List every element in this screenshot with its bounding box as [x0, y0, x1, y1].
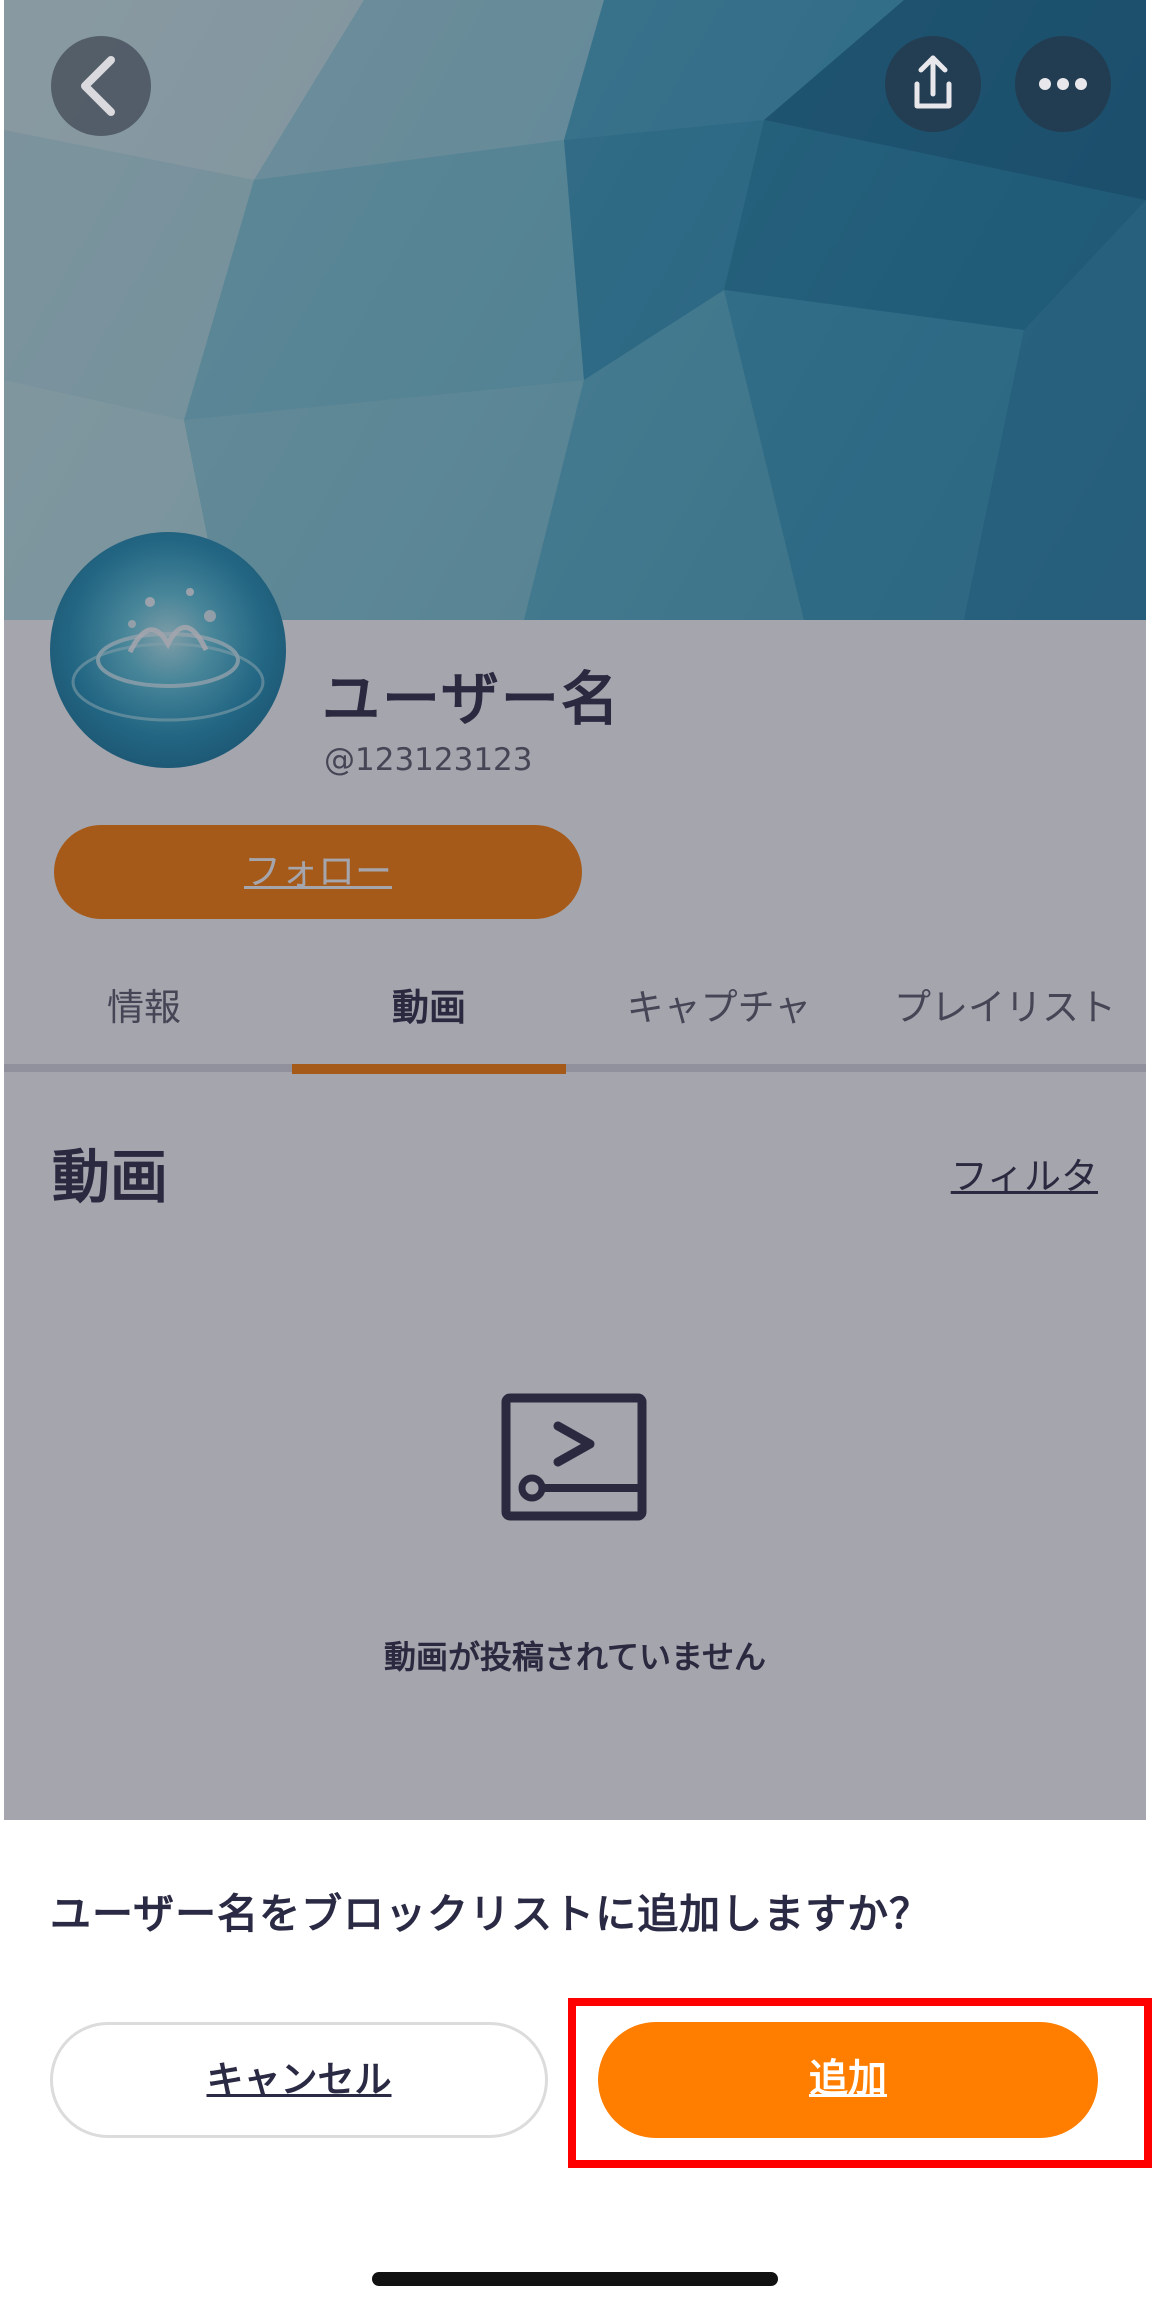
home-indicator	[372, 2272, 778, 2286]
back-button[interactable]	[51, 36, 151, 136]
share-button[interactable]	[885, 36, 981, 132]
cancel-button[interactable]: キャンセル	[50, 2022, 548, 2138]
share-icon	[914, 55, 952, 109]
chevron-left-icon	[81, 56, 115, 116]
screen: ユーザー名 @123123123 フォロー 情報 動画 キャプチャ プレイリスト…	[0, 0, 1155, 2314]
more-button[interactable]	[1015, 36, 1111, 132]
modal-backdrop[interactable]	[4, 0, 1146, 1820]
more-dots-icon	[1039, 78, 1087, 90]
block-confirm-question: ユーザー名をブロックリストに追加しますか？	[50, 1890, 932, 1938]
highlight-box	[568, 1998, 1152, 2168]
